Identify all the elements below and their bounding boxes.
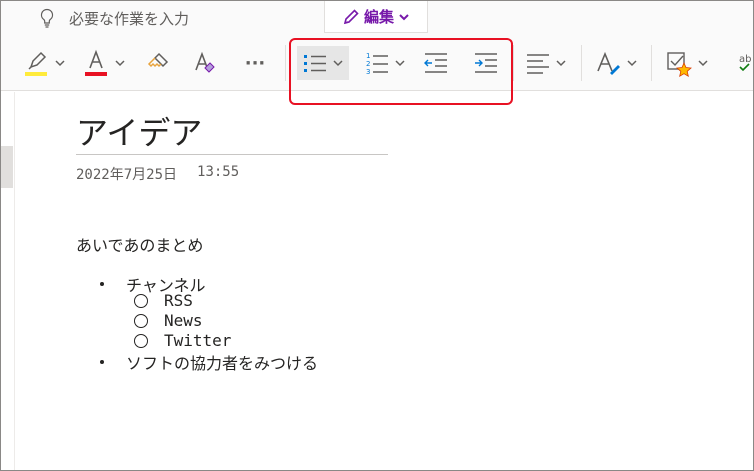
tell-me-search[interactable]: 必要な作業を入力 (39, 7, 189, 29)
to-do-tag-icon (667, 52, 692, 77)
spelling-check-icon: ab (739, 54, 751, 72)
pencil-icon (343, 8, 359, 24)
chevron-down-icon (399, 13, 409, 20)
bullet-dot-icon (100, 360, 104, 364)
bullet-circle-icon (134, 313, 148, 328)
bullet-circle-icon (134, 333, 148, 348)
page-time: 13:55 (197, 164, 240, 180)
chevron-down-icon (627, 60, 637, 67)
chevron-down-icon (698, 60, 708, 67)
list-item-text: Twitter (164, 331, 232, 350)
format-painter-icon (147, 52, 169, 68)
chevron-down-icon (115, 60, 125, 67)
annotation-highlight-box (289, 38, 513, 105)
title-underline (76, 154, 388, 155)
svg-text:ab: ab (739, 54, 751, 65)
highlighter-icon (25, 51, 47, 76)
edit-mode-button[interactable]: 編集 (324, 1, 428, 33)
list-item-text: ソフトの協力者をみつける (126, 354, 319, 373)
list-item-text: News (164, 311, 203, 330)
ribbon-divider (285, 45, 286, 81)
list-item-text: RSS (164, 291, 193, 310)
ribbon-divider (513, 45, 514, 81)
chevron-down-icon (556, 60, 566, 67)
font-color-button[interactable] (79, 46, 129, 80)
paragraph-alignment-button[interactable] (521, 46, 571, 80)
styles-button[interactable] (591, 46, 641, 80)
tag-button[interactable] (661, 46, 713, 80)
format-painter-button[interactable] (141, 46, 175, 80)
page-tab-marker[interactable] (1, 146, 13, 188)
sub-list-item[interactable]: RSS (134, 291, 193, 310)
edit-mode-label: 編集 (363, 8, 394, 26)
tell-me-placeholder: 必要な作業を入力 (69, 9, 190, 28)
clear-formatting-icon (195, 51, 215, 73)
page-datetime: 2022年7月25日 13:55 (76, 164, 239, 184)
ribbon-divider (651, 45, 652, 81)
ribbon-divider (581, 45, 582, 81)
align-left-icon (527, 54, 549, 74)
font-color-icon (85, 49, 107, 76)
bullet-circle-icon (134, 293, 148, 308)
clear-formatting-button[interactable] (187, 46, 221, 80)
styles-icon (597, 51, 620, 75)
lightbulb-icon (40, 8, 54, 28)
sub-list-item[interactable]: News (134, 311, 203, 330)
spelling-button[interactable]: ab (723, 46, 753, 80)
highlight-color-button[interactable] (19, 46, 69, 80)
note-paragraph[interactable]: あいであのまとめ (76, 232, 203, 256)
list-item[interactable]: ソフトの協力者をみつける (100, 350, 318, 374)
sub-list-item[interactable]: Twitter (134, 331, 231, 350)
ellipsis-icon: ··· (244, 52, 266, 74)
page-date: 2022年7月25日 (76, 167, 178, 183)
more-options-button[interactable]: ··· (237, 46, 273, 80)
chevron-down-icon (55, 60, 65, 67)
bullet-dot-icon (100, 282, 104, 286)
page-title[interactable]: アイデア (76, 108, 202, 154)
